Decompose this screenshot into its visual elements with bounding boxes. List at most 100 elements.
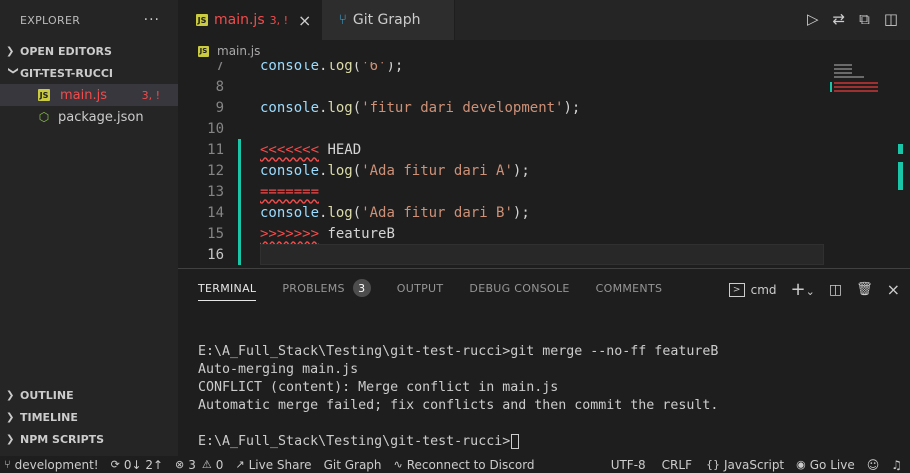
change-gutter-mark bbox=[238, 202, 241, 223]
language-button[interactable]: {} JavaScript bbox=[706, 458, 784, 472]
bell-icon: ♫ bbox=[891, 457, 902, 472]
feedback-button[interactable]: ☺ bbox=[867, 458, 880, 472]
run-icon[interactable]: ▷ bbox=[807, 10, 819, 28]
braces-icon: {} bbox=[705, 458, 720, 471]
file-item-package-json[interactable]: ⬡ package.json bbox=[0, 106, 178, 128]
sidebar-bottom-sections: ❯ OUTLINE ❯ TIMELINE ❯ NPM SCRIPTS bbox=[0, 384, 178, 450]
code-line: 12 console.log('Ada fitur dari A'); bbox=[178, 160, 910, 181]
conflict-marker: >>>>>>> bbox=[260, 225, 320, 242]
js-file-icon: JS bbox=[196, 14, 208, 26]
problems-count-badge: 3 bbox=[352, 279, 371, 297]
status-bar: ⑂ development! ⟳ 0↓ 2↑ ⊗ 3 ⚠ 0 ↗ Live Sh… bbox=[0, 456, 910, 473]
tab-label: COMMENTS bbox=[595, 281, 663, 295]
change-gutter-mark bbox=[238, 139, 241, 160]
problems-indicator[interactable]: ⊗ 3 ⚠ 0 bbox=[175, 458, 223, 472]
split-terminal-icon[interactable]: ◫ bbox=[829, 282, 842, 298]
line-number: 16 bbox=[207, 246, 224, 263]
add-icon[interactable]: + bbox=[791, 279, 806, 300]
code-line: 7 console.log('6'); bbox=[178, 62, 910, 76]
outline-section[interactable]: ❯ OUTLINE bbox=[0, 384, 178, 406]
code-line: 14 console.log('Ada fitur dari B'); bbox=[178, 202, 910, 223]
terminal-output[interactable]: E:\A_Full_Stack\Testing\git-test-rucci>g… bbox=[198, 343, 718, 451]
encoding-button[interactable]: UTF-8 bbox=[611, 458, 646, 472]
tab-main-js[interactable]: JS main.js 3, ! × bbox=[178, 0, 323, 40]
git-graph-icon: ⑂ bbox=[338, 12, 347, 28]
conflict-marker: <<<<<<< bbox=[260, 141, 320, 158]
tab-label: DEBUG CONSOLE bbox=[469, 281, 570, 295]
line-number: 13 bbox=[207, 183, 224, 200]
change-gutter-mark bbox=[238, 181, 241, 202]
code-text: console.log('fitur dari development'); bbox=[260, 99, 581, 116]
file-name: package.json bbox=[58, 109, 144, 125]
timeline-label: TIMELINE bbox=[20, 410, 78, 424]
current-line-highlight bbox=[260, 244, 824, 265]
tab-comments[interactable]: COMMENTS bbox=[596, 269, 663, 307]
tab-debug-console[interactable]: DEBUG CONSOLE bbox=[469, 269, 569, 307]
sync-indicator[interactable]: ⟳ 0↓ 2↑ bbox=[111, 458, 163, 472]
code-line: 10 bbox=[178, 118, 910, 139]
tab-problems[interactable]: PROBLEMS 3 bbox=[282, 269, 371, 307]
branch-indicator[interactable]: ⑂ development! bbox=[4, 458, 99, 472]
go-live-button[interactable]: ◉ Go Live bbox=[796, 458, 855, 472]
trash-icon[interactable]: 🗑 bbox=[856, 282, 873, 297]
file-problem-badge: 3, ! bbox=[141, 88, 160, 102]
add-terminal-group: +⌄ bbox=[791, 279, 815, 300]
line-number: 9 bbox=[215, 99, 224, 116]
project-folder-label: GIT-TEST-RUCCI bbox=[20, 66, 113, 80]
conflict-label: HEAD bbox=[319, 141, 362, 158]
feedback-icon: ☺ bbox=[866, 457, 880, 472]
eol-button[interactable]: CRLF bbox=[662, 458, 692, 472]
js-file-icon: JS bbox=[38, 89, 50, 101]
code-line: 15 >>>>>>> featureB bbox=[178, 223, 910, 244]
open-changes-icon[interactable]: ⧉ bbox=[859, 10, 870, 28]
conflict-label: featureB bbox=[319, 225, 395, 242]
split-editor-icon[interactable]: ◫ bbox=[884, 10, 898, 28]
compare-changes-icon[interactable]: ⇄ bbox=[833, 10, 846, 28]
pulse-icon: ∿ bbox=[393, 458, 403, 471]
tab-git-graph[interactable]: ⑂ Git Graph bbox=[322, 0, 456, 40]
timeline-section[interactable]: ❯ TIMELINE bbox=[0, 406, 178, 428]
encoding-label: UTF-8 bbox=[610, 457, 646, 472]
tab-terminal[interactable]: TERMINAL bbox=[198, 269, 257, 307]
git-graph-button[interactable]: Git Graph bbox=[324, 458, 382, 472]
open-editors-section[interactable]: ❯ OPEN EDITORS bbox=[0, 40, 178, 62]
tab-output[interactable]: OUTPUT bbox=[397, 269, 444, 307]
shell-name: cmd bbox=[750, 282, 777, 297]
language-label: JavaScript bbox=[723, 457, 785, 472]
go-live-label: Go Live bbox=[809, 457, 855, 472]
change-gutter-mark bbox=[238, 244, 241, 265]
close-icon[interactable]: × bbox=[887, 280, 900, 299]
terminal-line: CONFLICT (content): Merge conflict in ma… bbox=[198, 380, 559, 395]
change-gutter-mark bbox=[238, 160, 241, 181]
code-line: 8 bbox=[178, 76, 910, 97]
file-item-main-js[interactable]: JS main.js 3, ! bbox=[0, 84, 178, 106]
discord-button[interactable]: ∿ Reconnect to Discord bbox=[394, 458, 535, 472]
editor-actions: ▷ ⇄ ⧉ ◫ bbox=[807, 10, 898, 28]
code-text: console.log('Ada fitur dari A'); bbox=[260, 162, 530, 179]
chevron-down-icon[interactable]: ⌄ bbox=[806, 285, 815, 298]
notifications-button[interactable]: ♫ bbox=[891, 458, 902, 472]
line-number: 11 bbox=[207, 141, 224, 158]
minimap[interactable] bbox=[830, 62, 894, 268]
close-icon[interactable]: × bbox=[298, 11, 311, 30]
breadcrumb-file[interactable]: main.js bbox=[217, 44, 260, 58]
code-editor[interactable]: 7 console.log('6'); 8 9 console.log('fit… bbox=[178, 62, 910, 268]
live-share-button[interactable]: ↗ Live Share bbox=[235, 458, 311, 472]
code-text: ======= bbox=[260, 184, 319, 200]
project-folder-section[interactable]: ❯ GIT-TEST-RUCCI bbox=[0, 62, 178, 84]
terminal-cursor bbox=[511, 433, 520, 449]
more-actions-icon[interactable]: ··· bbox=[144, 12, 160, 28]
conflict-marker: ======= bbox=[260, 183, 320, 200]
bottom-panel: TERMINAL PROBLEMS 3 OUTPUT DEBUG CONSOLE … bbox=[178, 268, 910, 456]
outline-label: OUTLINE bbox=[20, 388, 74, 402]
live-share-label: Live Share bbox=[248, 457, 312, 472]
tab-label: TERMINAL bbox=[198, 281, 257, 295]
file-name: main.js bbox=[60, 87, 107, 103]
error-icon: ⊗ bbox=[175, 458, 185, 471]
shell-selector[interactable]: > cmd bbox=[728, 282, 777, 297]
line-number: 10 bbox=[207, 120, 224, 137]
npm-scripts-section[interactable]: ❯ NPM SCRIPTS bbox=[0, 428, 178, 450]
code-line: 13 ======= bbox=[178, 181, 910, 202]
git-graph-label: Git Graph bbox=[323, 457, 382, 472]
terminal-line: Auto-merging main.js bbox=[198, 362, 359, 377]
